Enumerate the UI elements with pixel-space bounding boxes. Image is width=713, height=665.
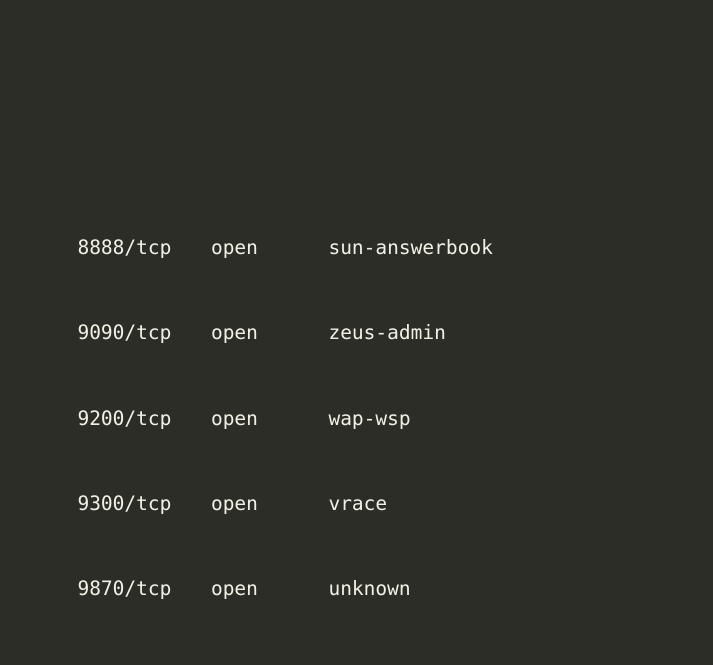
state-cell: open xyxy=(210,492,258,516)
table-row: 9870/tcp open unknown xyxy=(7,547,713,600)
state-cell: open xyxy=(210,577,258,601)
port-cell: 9200/tcp xyxy=(77,406,172,430)
port-cell: 10256/tcp xyxy=(77,661,211,665)
service-cell: wap-wsp xyxy=(328,406,411,430)
state-cell: open xyxy=(211,661,329,665)
terminal-window[interactable]: 8080/tcpopenhttp-proxy 8888/tcp open sun-a… xyxy=(0,0,713,665)
port-cell: 9870/tcp xyxy=(77,577,172,601)
state-cell: open xyxy=(210,236,258,260)
port-cell: 8888/tcp xyxy=(77,236,172,260)
service-cell: sun-answerbook xyxy=(328,236,493,260)
table-row: 9200/tcp open wap-wsp xyxy=(7,376,713,430)
table-row: 9090/tcp open zeus-admin xyxy=(7,291,713,344)
state-cell: open xyxy=(210,406,258,430)
scan-output-list: 8080/tcpopenhttp-proxy 8888/tcp open sun-a… xyxy=(7,0,713,665)
state-cell: open xyxy=(210,321,258,345)
table-row: 10256/tcpopenunknown xyxy=(7,632,713,665)
service-cell: zeus-admin xyxy=(328,321,446,345)
port-cell: 9300/tcp xyxy=(77,492,172,516)
port-cell: 9090/tcp xyxy=(77,321,172,345)
service-cell: unknown xyxy=(328,577,411,601)
service-cell: vrace xyxy=(328,492,388,516)
service-cell: unknown xyxy=(328,661,410,665)
table-row: 8888/tcp open sun-answerbook xyxy=(7,206,713,259)
table-row: 9300/tcp open vrace xyxy=(7,462,713,515)
table-row: 8080/tcpopenhttp-proxy xyxy=(7,92,713,120)
